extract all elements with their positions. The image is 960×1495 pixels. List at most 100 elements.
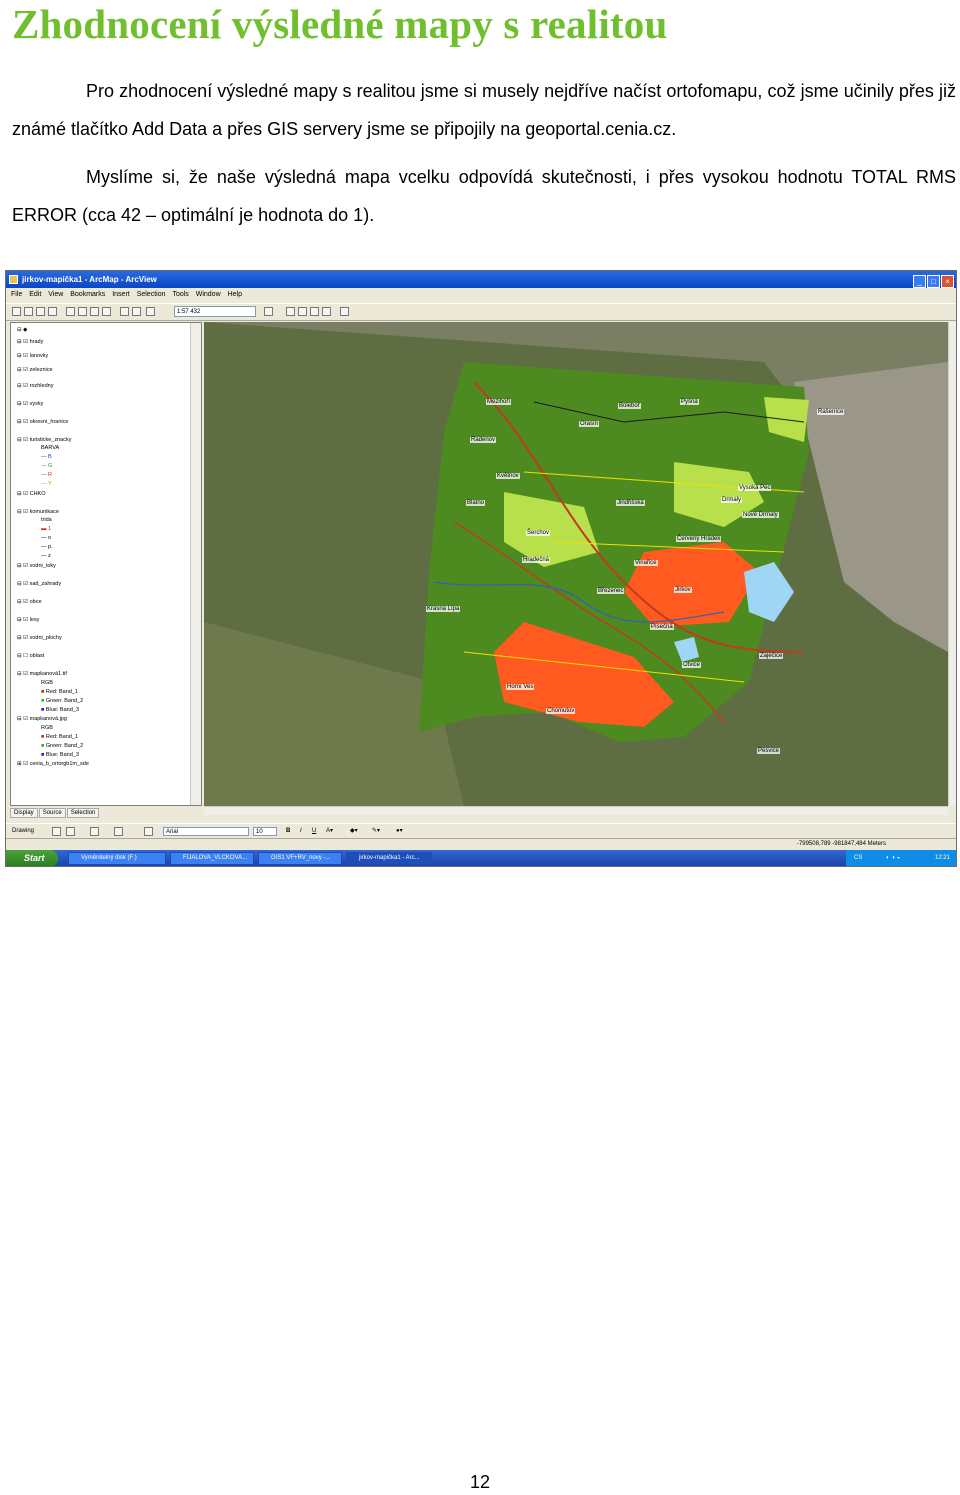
map-label: Orasín (579, 421, 600, 427)
toc-class: — G (41, 463, 53, 469)
underline-button[interactable]: U (312, 824, 316, 839)
toc-band: ■ Blue: Band_3 (41, 752, 79, 758)
map-scale-field[interactable]: 1:57 432 (174, 306, 256, 317)
language-indicator[interactable]: CS (854, 850, 862, 866)
paste-icon[interactable] (90, 307, 99, 316)
map-label: Krásná Lípa (426, 606, 461, 612)
fill-color-icon[interactable]: ◆▾ (350, 824, 358, 839)
delete-icon[interactable] (102, 307, 111, 316)
catalog-icon[interactable] (298, 307, 307, 316)
font-size-select[interactable]: 10 (253, 827, 277, 836)
toc-item[interactable]: ⊞ ☑ cenia_b_ortorgb1m_sde (17, 761, 89, 767)
select-elements-icon[interactable] (52, 827, 61, 836)
map-horizontal-scrollbar[interactable] (204, 806, 948, 815)
status-bar: -799508,789 -981847,484 Meters (6, 838, 956, 849)
edit-vertices-icon[interactable] (144, 827, 153, 836)
save-icon[interactable] (36, 307, 45, 316)
toc-item[interactable]: ⊟ ☑ sad_zahrady (17, 581, 61, 587)
menu-bookmarks[interactable]: Bookmarks (70, 291, 105, 298)
map-label: Vysoká Pec (738, 485, 772, 491)
toc-scrollbar[interactable] (190, 323, 201, 805)
toc-item[interactable]: ⊟ ☑ komunikace (17, 509, 59, 515)
toolbox-icon[interactable] (310, 307, 319, 316)
menu-help[interactable]: Help (228, 291, 242, 298)
undo-icon[interactable] (120, 307, 129, 316)
toc-band: ■ Blue: Band_3 (41, 707, 79, 713)
editor-icon[interactable] (264, 307, 273, 316)
taskbar-item[interactable]: FIJALOVA_VLCKOVA... (170, 852, 254, 865)
toc-band: ■ Green: Band_2 (41, 698, 84, 704)
arcmap-app-icon (9, 275, 18, 284)
map-view[interactable]: Mezihoří Boleboř Pyšná Orasín Rašeníce R… (204, 322, 948, 806)
text-icon[interactable] (114, 827, 123, 836)
bold-button[interactable]: B (286, 824, 290, 839)
toc-class: — R (41, 472, 53, 478)
taskbar-item[interactable]: Vyměnitelný disk (F:) (68, 852, 166, 865)
menu-window[interactable]: Window (196, 291, 221, 298)
toc-item[interactable]: ⊟ ☑ CHKO (17, 491, 46, 497)
toc-field: trida (41, 517, 52, 523)
font-color-button[interactable]: A▾ (326, 824, 333, 839)
menu-bar: File Edit View Bookmarks Insert Selectio… (6, 288, 956, 302)
rectangle-icon[interactable] (90, 827, 99, 836)
marker-color-icon[interactable]: ●▾ (396, 824, 403, 839)
menu-selection[interactable]: Selection (137, 291, 166, 298)
minimize-icon[interactable]: _ (913, 275, 926, 288)
layer-icon[interactable] (286, 307, 295, 316)
toc-item[interactable]: ⊟ ☑ vodni_plochy (17, 635, 62, 641)
redo-icon[interactable] (132, 307, 141, 316)
toc-item[interactable]: ⊟ ☑ vysky (17, 401, 43, 407)
toc-item[interactable]: ⊟ ☑ obce (17, 599, 42, 605)
maximize-icon[interactable]: □ (927, 275, 940, 288)
map-label: Nové Drmaly (742, 512, 779, 518)
menu-view[interactable]: View (48, 291, 63, 298)
close-icon[interactable]: × (941, 275, 954, 288)
toc-item[interactable]: ⊟ ☑ lanovky (17, 353, 48, 359)
drawing-toolbar: Drawing Arial 10 B I U A▾ ◆▾ ✎▾ ●▾ (6, 823, 956, 839)
map-vertical-scrollbar[interactable] (948, 322, 956, 806)
new-icon[interactable] (12, 307, 21, 316)
taskbar-item[interactable]: GIS1 VF+RV_novy -... (258, 852, 342, 865)
copy-icon[interactable] (78, 307, 87, 316)
command-line-icon[interactable] (322, 307, 331, 316)
system-tray: CS ◐ ◑ ◒ 12:21 (846, 850, 956, 866)
add-data-icon[interactable] (146, 307, 155, 316)
toc-item[interactable]: ⊟ ☑ mapkanová1.tif (17, 671, 67, 677)
start-button[interactable]: Start (6, 850, 58, 866)
toc-item[interactable]: ⊟ ☑ rozhledny (17, 383, 53, 389)
menu-file[interactable]: File (11, 291, 22, 298)
toc-item[interactable]: ⊟ ☑ mapkanová.jpg (17, 716, 67, 722)
drawing-menu[interactable]: Drawing (12, 824, 34, 839)
toc-item[interactable]: ⊟ ☑ zeleznice (17, 367, 53, 373)
print-icon[interactable] (48, 307, 57, 316)
italic-button[interactable]: I (300, 824, 302, 839)
toc-item[interactable]: ⊟ ☑ hrady (17, 339, 43, 345)
map-label: Písečná (650, 624, 674, 630)
toc-item[interactable]: ⊟ ☑ lesy (17, 617, 39, 623)
taskbar-item[interactable]: jirkov-mapička1 - Arc... (346, 852, 432, 865)
line-color-icon[interactable]: ✎▾ (372, 824, 380, 839)
tab-source[interactable]: Source (38, 808, 66, 818)
map-label: Horní Ves (506, 684, 535, 690)
menu-edit[interactable]: Edit (29, 291, 41, 298)
map-label: Zaječice (759, 653, 784, 659)
help-icon[interactable] (340, 307, 349, 316)
toc-item[interactable]: ⊟ ☐ oblast (17, 653, 44, 659)
window-titlebar: jirkov-mapička1 - ArcMap - ArcView _ □ × (6, 271, 956, 288)
map-canvas (204, 322, 948, 806)
toc-field: RGB (41, 725, 53, 731)
font-select[interactable]: Arial (163, 827, 249, 836)
tab-display[interactable]: Display (10, 808, 38, 818)
menu-tools[interactable]: Tools (172, 291, 188, 298)
tab-selection[interactable]: Selection (66, 808, 100, 818)
toc-item[interactable]: ⊟ ☑ okresni_hranice (17, 419, 68, 425)
toc-item[interactable]: ⊟ ☑ vodni_toky (17, 563, 56, 569)
page-heading: Zhodnocení výsledné mapy s realitou (12, 1, 668, 47)
status-coordinates: -799508,789 -981847,484 Meters (796, 841, 886, 847)
toc-band: ■ Green: Band_2 (41, 743, 84, 749)
toc-item[interactable]: ⊟ ☑ turisticke_znacky (17, 437, 72, 443)
cut-icon[interactable] (66, 307, 75, 316)
menu-insert[interactable]: Insert (112, 291, 130, 298)
open-icon[interactable] (24, 307, 33, 316)
rotate-icon[interactable] (66, 827, 75, 836)
